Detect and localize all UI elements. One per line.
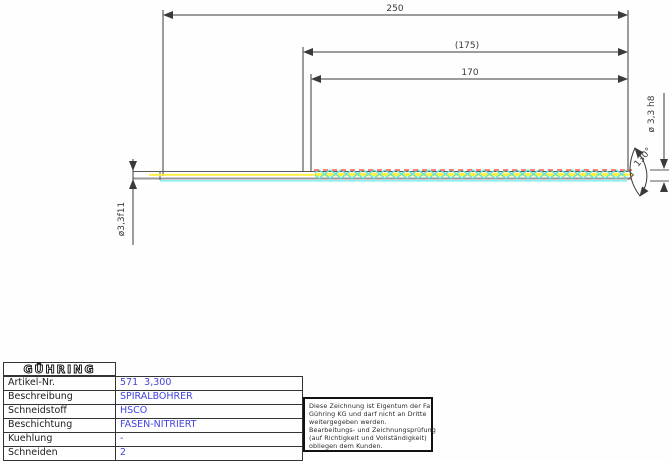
dim-shank-dia-label: ø3,3f11 bbox=[117, 202, 127, 236]
title-block: GÜHRING Artikel-Nr. 571 3,300 Beschreibu… bbox=[3, 362, 303, 461]
row-label: Beschreibung bbox=[4, 391, 116, 404]
row-value: - bbox=[120, 433, 124, 444]
dim-250-label: 250 bbox=[386, 4, 403, 14]
note-line: Bearbeitungs- und Zeichnungsprüfung bbox=[309, 426, 436, 434]
table-row: Schneidstoff HSCO bbox=[4, 404, 302, 418]
table-row: Beschreibung SPIRALBOHRER bbox=[4, 390, 302, 404]
row-value: FASEN-NITRIERT bbox=[120, 419, 197, 430]
row-value: SPIRALBOHRER bbox=[120, 391, 193, 402]
row-label: Artikel-Nr. bbox=[4, 377, 116, 390]
row-value: HSCO bbox=[120, 405, 148, 416]
table-row: Kuehlung - bbox=[4, 432, 302, 446]
dim-170-label: 170 bbox=[461, 68, 478, 78]
dimension-flute-length: 170 bbox=[310, 68, 628, 171]
note-line: obliegen dem Kunden. bbox=[309, 442, 383, 450]
row-label: Kuehlung bbox=[4, 433, 116, 446]
dimension-point-angle: 130° bbox=[629, 146, 654, 197]
note-line: Diese Zeichnung ist Eigentum der Fa. bbox=[309, 402, 433, 410]
note-line: (auf Richtigkeit und Vollständigkeit) bbox=[309, 434, 427, 442]
note-line: Gühring KG und darf nicht an Dritte bbox=[309, 410, 427, 418]
drill-body bbox=[133, 169, 635, 182]
dimension-tip-diameter: ø 3,3 h8 bbox=[647, 93, 669, 192]
dim-175-label: (175) bbox=[455, 41, 479, 51]
flute-section bbox=[314, 169, 632, 182]
row-value: 571 3,300 bbox=[120, 377, 172, 388]
drill-drawing: 250 (175) 170 ø3,3f11 ø 3,3 h8 130° bbox=[117, 4, 669, 245]
title-block-rows: Artikel-Nr. 571 3,300 Beschreibung SPIRA… bbox=[3, 376, 303, 461]
dimension-ref-length: (175) bbox=[302, 41, 628, 171]
row-label: Schneidstoff bbox=[4, 405, 116, 418]
table-row: Beschichtung FASEN-NITRIERT bbox=[4, 418, 302, 432]
table-row: Artikel-Nr. 571 3,300 bbox=[4, 377, 302, 390]
drawing-sheet: 250 (175) 170 ø3,3f11 ø 3,3 h8 130° GÜHR… bbox=[0, 0, 670, 461]
dim-tip-dia-label: ø 3,3 h8 bbox=[647, 95, 657, 132]
row-label: Schneiden bbox=[4, 447, 116, 460]
note-line: weitergegeben werden. bbox=[309, 418, 387, 426]
guehring-logo: GÜHRING bbox=[23, 362, 96, 376]
logo-cell: GÜHRING bbox=[3, 362, 116, 376]
dimension-shank-diameter: ø3,3f11 bbox=[117, 159, 137, 245]
ownership-note-box: Diese Zeichnung ist Eigentum der Fa. Güh… bbox=[303, 397, 436, 452]
table-row: Schneiden 2 bbox=[4, 446, 302, 460]
row-label: Beschichtung bbox=[4, 419, 116, 432]
row-value: 2 bbox=[120, 447, 127, 458]
dimension-overall-length: 250 bbox=[162, 4, 629, 176]
